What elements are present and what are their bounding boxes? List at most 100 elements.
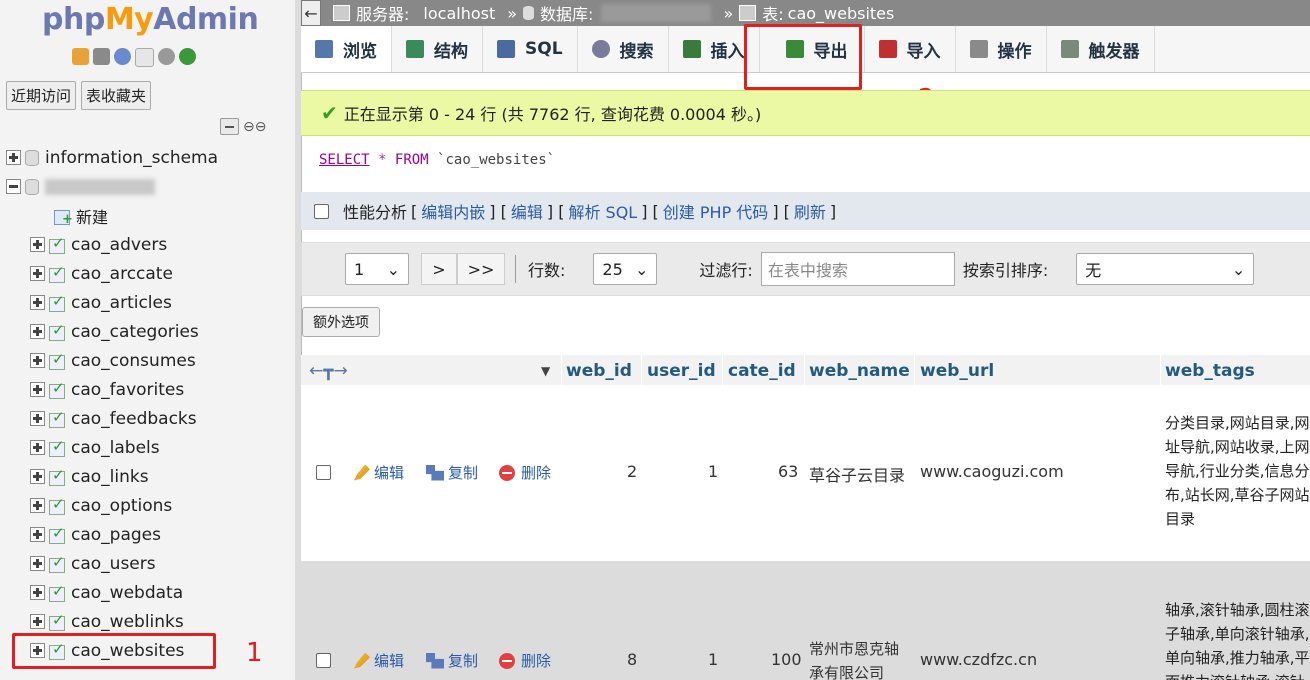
chevron-down-icon: ⌄ <box>1231 259 1246 279</box>
tree-table-item[interactable]: cao_favorites <box>0 375 295 404</box>
extra-options-button[interactable]: 额外选项 <box>302 307 380 337</box>
tree-table-item[interactable]: cao_links <box>0 462 295 491</box>
tree-db-current[interactable] <box>0 172 295 201</box>
tree-table-item[interactable]: cao_articles <box>0 288 295 317</box>
cell-cate-id[interactable]: 100 <box>771 650 802 669</box>
cell-user-id[interactable]: 1 <box>708 650 718 669</box>
edit-query-link[interactable]: 编辑 <box>511 199 543 223</box>
cell-web-tags[interactable]: 轴承,滚针轴承,圆柱滚 子轴承,单向滚针轴承, 单向轴承,推力轴承,平 面推力滚… <box>1165 598 1310 680</box>
expand-icon[interactable] <box>30 498 45 513</box>
edit-row-link[interactable]: 编辑 <box>354 650 404 671</box>
cell-web-url[interactable]: www.caoguzi.com <box>920 462 1064 481</box>
blurred-db-name <box>601 4 712 22</box>
expand-icon[interactable] <box>30 237 45 252</box>
refresh-link[interactable]: 刷新 <box>794 199 826 223</box>
expand-icon[interactable] <box>30 585 45 600</box>
cell-web-url[interactable]: www.czdfzc.cn <box>920 650 1037 669</box>
sql-keyword-select[interactable]: SELECT <box>319 152 370 168</box>
favorites-tab[interactable]: 表收藏夹 <box>81 81 152 110</box>
delete-row-link[interactable]: 删除 <box>499 650 551 671</box>
tree-table-item[interactable]: cao_pages <box>0 520 295 549</box>
copy-row-link[interactable]: 复制 <box>426 650 478 671</box>
copy-row-link[interactable]: 复制 <box>426 462 478 483</box>
cell-web-id[interactable]: 8 <box>627 650 637 669</box>
row-select-checkbox[interactable] <box>316 465 331 480</box>
logout-icon[interactable] <box>93 48 110 65</box>
tab-operations[interactable]: 操作 <box>956 26 1047 72</box>
help-icon[interactable] <box>114 48 131 65</box>
edit-row-link[interactable]: 编辑 <box>354 462 404 483</box>
page-select[interactable]: 1 ⌄ <box>345 253 409 285</box>
tab-sql[interactable]: SQL <box>483 26 578 72</box>
expand-icon[interactable] <box>30 556 45 571</box>
cell-cate-id[interactable]: 63 <box>778 462 798 481</box>
recent-tab[interactable]: 近期访问 <box>6 81 77 110</box>
tree-db-information-schema[interactable]: information_schema <box>0 143 295 172</box>
tree-table-item[interactable]: cao_feedbacks <box>0 404 295 433</box>
profiling-checkbox[interactable] <box>314 203 329 219</box>
expand-icon[interactable] <box>30 382 45 397</box>
cell-web-name[interactable]: 常州市恩克轴 承有限公司 <box>809 637 899 680</box>
expand-icon[interactable] <box>30 614 45 629</box>
expand-icon[interactable] <box>30 411 45 426</box>
cell-web-id[interactable]: 2 <box>627 462 637 481</box>
column-options-dropdown-icon[interactable]: ▼ <box>541 359 550 383</box>
collapse-all-icon[interactable] <box>220 118 239 135</box>
column-resize-arrows-icon[interactable]: ←┳→ <box>309 359 348 383</box>
tree-table-item[interactable]: cao_labels <box>0 433 295 462</box>
home-icon[interactable] <box>72 48 89 65</box>
inline-edit-link[interactable]: 编辑内嵌 <box>421 199 485 223</box>
cell-web-name[interactable]: 草谷子云目录 <box>809 462 905 486</box>
settings-gear-icon[interactable] <box>158 48 175 65</box>
breadcrumb-table[interactable]: 表: cao_websites <box>739 1 894 25</box>
tab-import[interactable]: 导入 <box>865 26 956 72</box>
filter-rows-input[interactable]: 在表中搜索 <box>760 252 955 286</box>
tree-table-item[interactable]: cao_webdata <box>0 578 295 607</box>
create-php-link[interactable]: 创建 PHP 代码 <box>663 199 769 223</box>
explain-sql-link[interactable]: 解析 SQL <box>568 199 637 223</box>
expand-icon[interactable] <box>30 353 45 368</box>
delete-row-link[interactable]: 删除 <box>499 462 551 483</box>
tree-table-item[interactable]: cao_consumes <box>0 346 295 375</box>
expand-icon[interactable] <box>30 440 45 455</box>
tree-table-item[interactable]: cao_advers <box>0 230 295 259</box>
column-header-cate-id[interactable]: cate_id <box>728 359 796 383</box>
link-with-main-icon[interactable]: ⊖⊖ <box>243 119 266 135</box>
row-select-checkbox[interactable] <box>316 653 331 668</box>
tree-new-table[interactable]: 新建 <box>0 201 295 230</box>
column-header-web-id[interactable]: web_id <box>566 359 632 383</box>
expand-icon[interactable] <box>30 324 45 339</box>
collapse-icon[interactable] <box>6 179 21 194</box>
database-tree: information_schema 新建 cao_adverscao_arcc… <box>0 143 295 665</box>
tab-triggers[interactable]: 触发器 <box>1047 26 1155 72</box>
column-header-web-url[interactable]: web_url <box>920 359 994 383</box>
cell-user-id[interactable]: 1 <box>708 462 718 481</box>
back-arrow-icon[interactable]: ← <box>301 0 321 26</box>
column-header-user-id[interactable]: user_id <box>647 359 716 383</box>
docs-icon[interactable] <box>135 48 154 67</box>
tree-table-item[interactable]: cao_categories <box>0 317 295 346</box>
column-header-web-tags[interactable]: web_tags <box>1165 359 1255 383</box>
tab-search[interactable]: 搜索 <box>578 26 669 72</box>
expand-icon[interactable] <box>30 469 45 484</box>
phpmyadmin-logo[interactable]: phpMyAdmin <box>42 2 259 37</box>
expand-icon[interactable] <box>30 527 45 542</box>
tree-table-item[interactable]: cao_users <box>0 549 295 578</box>
tab-browse[interactable]: 浏览 <box>301 26 392 72</box>
cell-web-tags[interactable]: 分类目录,网站目录,网 址导航,网站收录,上网 导航,行业分类,信息分 布,站长… <box>1165 411 1310 531</box>
breadcrumb-server[interactable]: 服务器: localhost <box>333 1 495 25</box>
expand-icon[interactable] <box>30 266 45 281</box>
reload-icon[interactable] <box>179 48 196 65</box>
tree-table-item[interactable]: cao_arccate <box>0 259 295 288</box>
rows-per-page-select[interactable]: 25 ⌄ <box>593 253 658 285</box>
sort-by-index-select[interactable]: 无 ⌄ <box>1076 253 1255 285</box>
expand-icon[interactable] <box>30 295 45 310</box>
column-header-web-name[interactable]: web_name <box>809 359 910 383</box>
tab-structure[interactable]: 结构 <box>392 26 483 72</box>
breadcrumb-database[interactable]: 数据库: <box>523 1 712 25</box>
expand-icon[interactable] <box>6 150 21 165</box>
last-page-button[interactable]: >> <box>457 253 505 285</box>
tree-table-item[interactable]: cao_weblinks <box>0 607 295 636</box>
tree-table-item[interactable]: cao_options <box>0 491 295 520</box>
next-page-button[interactable]: > <box>421 253 457 285</box>
